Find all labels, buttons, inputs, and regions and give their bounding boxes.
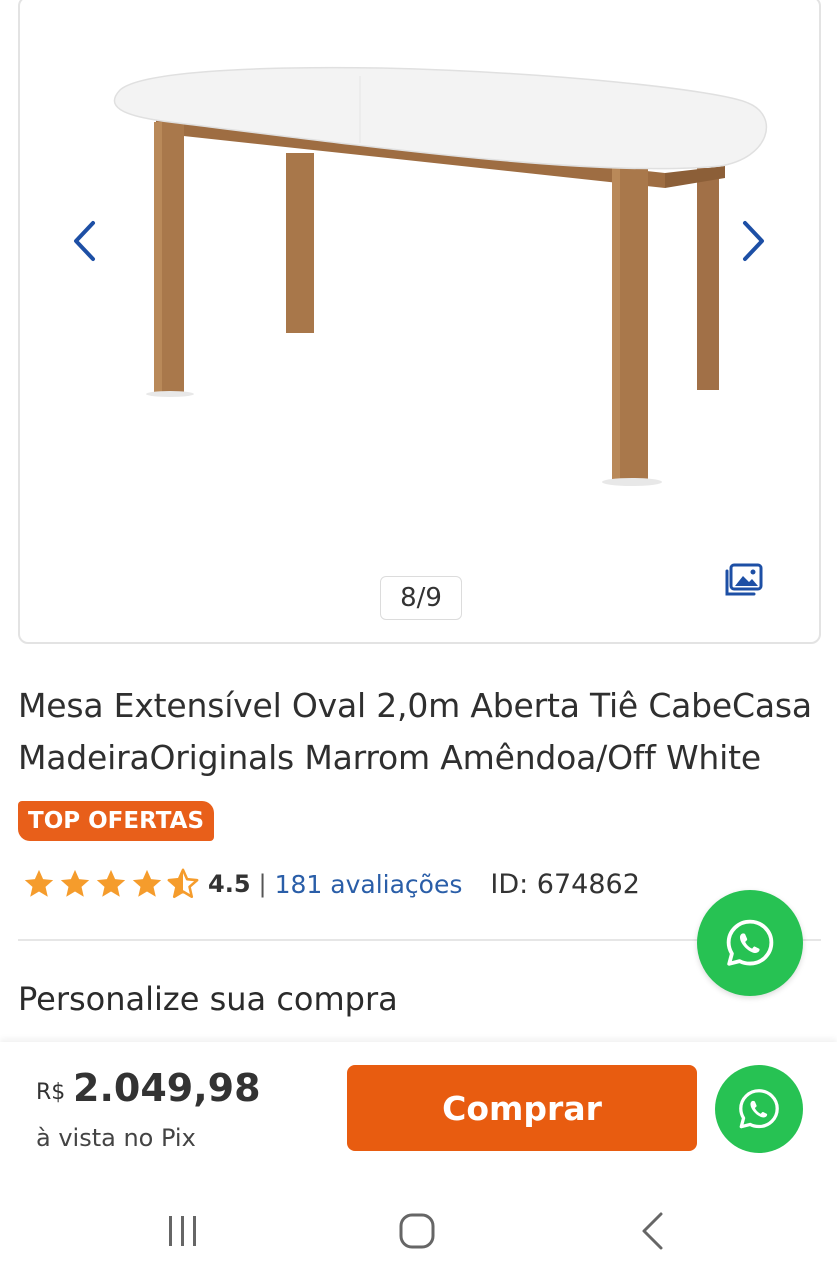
price-payment-note: à vista no Pix — [36, 1124, 196, 1152]
whatsapp-icon — [739, 1089, 779, 1129]
image-counter: 8/9 — [380, 576, 462, 620]
whatsapp-float-button[interactable] — [697, 890, 803, 996]
star-full-icon — [60, 869, 90, 897]
product-title: Mesa Extensível Oval 2,0m Aberta Tiê Cab… — [18, 680, 823, 784]
product-id: ID: 674862 — [490, 868, 640, 900]
star-full-icon — [24, 869, 54, 897]
image-gallery-icon[interactable] — [724, 562, 764, 598]
home-icon — [399, 1213, 435, 1249]
product-gallery: 8/9 — [18, 0, 821, 644]
product-title-line1: Mesa Extensível Oval 2,0m Aberta Tiê Cab… — [18, 686, 812, 725]
back-icon — [642, 1212, 663, 1250]
back-button[interactable] — [622, 1206, 682, 1256]
chevron-right-icon — [743, 221, 764, 261]
product-title-line2: MadeiraOriginals Marrom Amêndoa/Off Whit… — [18, 738, 761, 777]
star-half-icon — [167, 868, 199, 899]
reviews-link[interactable]: 181 avaliações — [275, 870, 463, 899]
star-full-icon — [96, 869, 126, 897]
star-full-icon — [132, 869, 162, 897]
buy-button[interactable]: Comprar — [347, 1065, 697, 1151]
price-currency: R$ — [36, 1080, 66, 1105]
top-offers-badge: TOP OFERTAS — [18, 801, 215, 841]
previous-image-button[interactable] — [64, 216, 104, 266]
rating-row: 4.5 | 181 avaliações ID: 674862 — [22, 862, 640, 906]
whatsapp-bottom-button[interactable] — [715, 1065, 803, 1153]
customize-section-title: Personalize sua compra — [18, 980, 398, 1018]
rating-stars — [22, 867, 200, 901]
rating-separator: | — [258, 870, 267, 898]
rating-value: 4.5 — [208, 870, 251, 898]
recent-apps-button[interactable] — [153, 1206, 213, 1256]
home-button[interactable] — [387, 1206, 447, 1256]
recent-apps-icon — [169, 1216, 196, 1246]
price-value: 2.049,98 — [73, 1066, 261, 1110]
table-product-photo — [113, 66, 768, 486]
next-image-button[interactable] — [734, 216, 774, 266]
whatsapp-icon — [726, 919, 774, 966]
chevron-left-icon — [74, 221, 95, 261]
